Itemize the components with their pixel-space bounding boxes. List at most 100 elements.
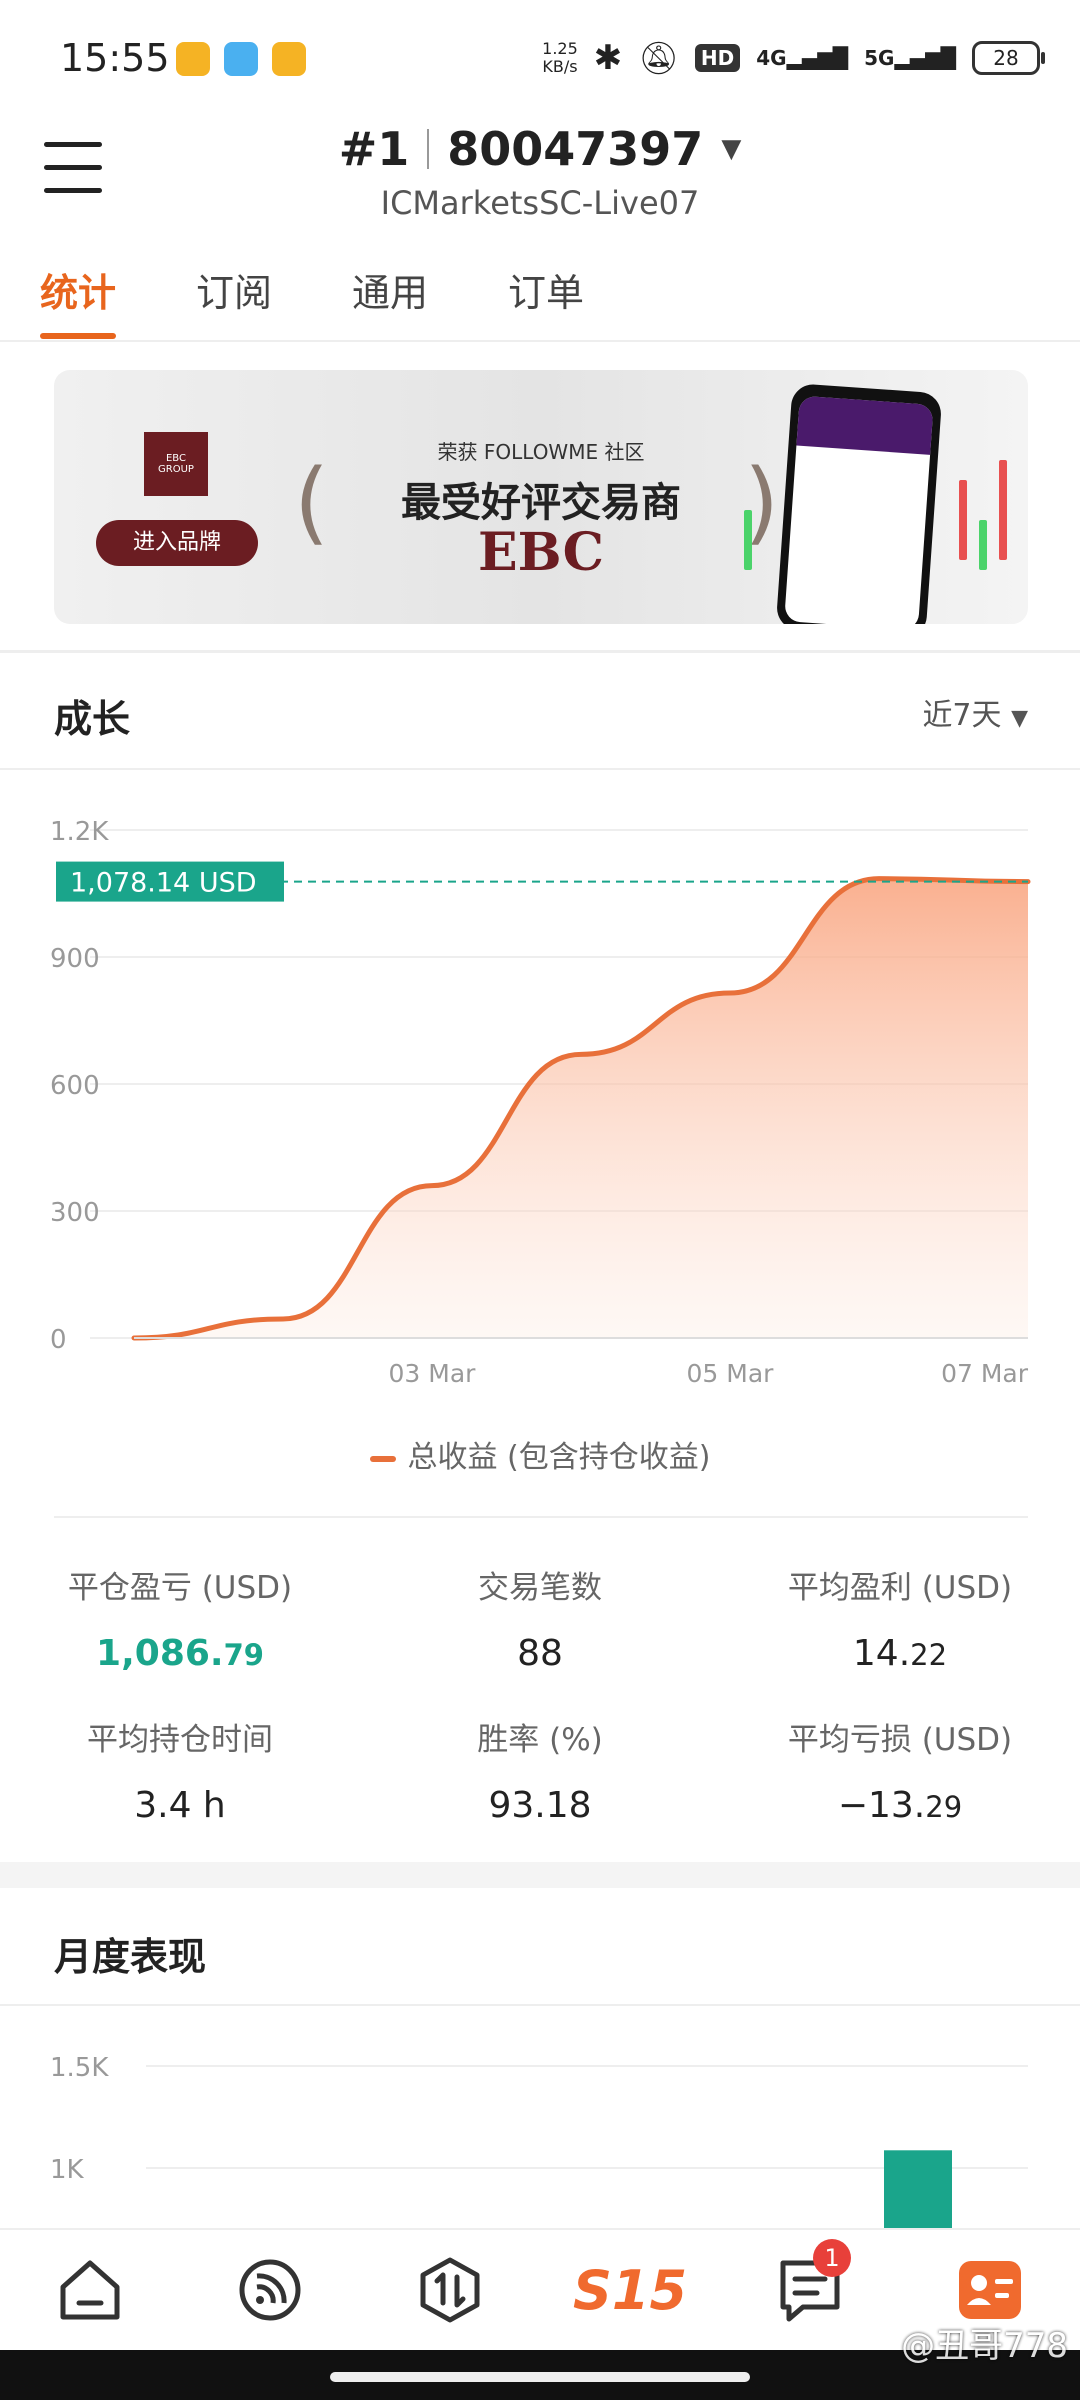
status-time: 15:55 [60, 36, 170, 80]
account-separator [427, 129, 430, 169]
stat-label: 平均亏损 (USD) [787, 1722, 1013, 1758]
range-selector[interactable]: 近7天 ▼ [922, 690, 1028, 734]
growth-divider [0, 768, 1080, 770]
stat-label: 平均持仓时间 [87, 1722, 273, 1758]
legend-swatch [369, 1455, 396, 1462]
nav-trade[interactable] [395, 2235, 505, 2345]
promo-banner[interactable]: EBC GROUP 进入品牌 荣获 FOLLOWME 社区 最受好评交易商 EBC… [54, 370, 1028, 624]
y-tick-label: 0 [50, 1325, 67, 1355]
stat-item: 平仓盈亏 (USD) 1,086.79 [0, 1562, 360, 1674]
banner-divider [0, 650, 1080, 653]
phone-mockup-image [775, 383, 943, 624]
y-tick-label: 600 [50, 1071, 100, 1101]
caret-down-icon[interactable]: ▼ [721, 134, 741, 164]
battery-icon: 28 [972, 41, 1045, 75]
stat-value: 3.4 h [0, 1785, 360, 1826]
tab-divider [0, 340, 1080, 342]
tab-subscribe[interactable]: 订阅 [196, 262, 272, 333]
app-notification-icon-2 [224, 42, 258, 76]
tab-orders[interactable]: 订单 [508, 262, 584, 333]
growth-title: 成长 [54, 697, 131, 741]
stat-value-decimals: 29 [925, 1790, 963, 1824]
legend-label: 总收益 (包含持仓收益) [407, 1440, 711, 1475]
status-right-cluster: 1.25 KB/s ✱ 🔕︎ HD 4G▂▄▆█ 5G▂▄▆█ 28 [542, 38, 1045, 78]
stat-label: 平均盈利 (USD) [787, 1570, 1013, 1606]
account-rank: #1 [338, 122, 410, 176]
nav-s15[interactable]: S15 [573, 2235, 687, 2345]
network-speed: 1.25 KB/s [542, 40, 578, 76]
network-5g: 5G▂▄▆█ [864, 46, 956, 70]
stat-item: 平均持仓时间 3.4 h [0, 1714, 360, 1826]
mute-bell-icon: 🔕︎ [638, 39, 679, 77]
network-4g: 4G▂▄▆█ [756, 46, 848, 70]
stat-value-decimals: 79 [223, 1638, 264, 1672]
candle-decor-2 [959, 480, 967, 560]
candle-decor-3 [979, 520, 987, 570]
feed-icon [239, 2259, 301, 2321]
tab-bar: 统计 订阅 通用 订单 [40, 262, 584, 339]
home-icon [60, 2260, 120, 2320]
stat-value-main: 3.4 h [134, 1785, 226, 1826]
caret-down-icon: ▼ [1011, 706, 1028, 731]
monthly-divider [0, 2004, 1080, 2006]
stat-value: 14.22 [720, 1633, 1080, 1674]
stat-label: 平仓盈亏 (USD) [67, 1570, 293, 1606]
candle-decor-4 [999, 460, 1007, 560]
growth-area [134, 878, 1028, 1338]
stat-item: 平均亏损 (USD) −13.29 [720, 1714, 1080, 1826]
speed-unit: KB/s [542, 57, 578, 76]
hd-badge: HD [694, 44, 741, 72]
watermark: @丑哥778 [901, 2326, 1068, 2366]
nav-messages[interactable]: 1 [755, 2235, 865, 2345]
network-5g-label: 5G [864, 46, 895, 70]
x-tick-label: 05 Mar [687, 1359, 775, 1388]
candle-decor-1 [744, 510, 752, 570]
monthly-chart: 1.5K 1K [50, 2053, 1028, 2228]
y-tick-label: 1.5K [50, 2053, 109, 2083]
reference-label: 1,078.14 USD [70, 868, 257, 899]
stat-item: 交易笔数 88 [360, 1562, 720, 1674]
stat-value-main: 93.18 [488, 1785, 592, 1826]
x-tick-label: 07 Mar [941, 1359, 1029, 1388]
y-tick-label: 1.2K [50, 817, 109, 847]
x-tick-label: 03 Mar [389, 1359, 477, 1388]
stat-value-main: 1,086. [96, 1633, 224, 1674]
stat-value: 88 [360, 1633, 720, 1674]
network-4g-label: 4G [756, 46, 787, 70]
bluetooth-icon: ✱ [593, 38, 623, 78]
nav-home[interactable] [35, 2235, 145, 2345]
monthly-bar [884, 2150, 952, 2228]
account-number: 80047397 [447, 122, 704, 176]
monthly-title: 月度表现 [54, 1935, 207, 1979]
stat-value-main: 88 [517, 1633, 563, 1674]
messages-badge: 1 [813, 2239, 851, 2277]
stat-value-main: −13. [837, 1785, 926, 1826]
section-separator [0, 1862, 1080, 1888]
stat-value-main: 14. [852, 1633, 911, 1674]
signal-icon-2: ▂▄▆█ [894, 46, 956, 70]
stat-label: 交易笔数 [478, 1570, 602, 1606]
growth-legend: 总收益 (包含持仓收益) [0, 1432, 1080, 1476]
tab-stats[interactable]: 统计 [40, 262, 117, 339]
profile-icon [959, 2261, 1021, 2319]
tab-general[interactable]: 通用 [352, 262, 428, 333]
account-header[interactable]: #1 80047397 ▼ ICMarketsSC-Live07 [0, 122, 1080, 222]
stat-value: 93.18 [360, 1785, 720, 1826]
y-tick-label: 900 [50, 944, 100, 974]
app-notification-icon-1 [176, 42, 210, 76]
mail-notification-icon [272, 42, 306, 76]
nav-feed[interactable] [215, 2235, 325, 2345]
growth-chart: 0 300 600 900 1.2K 1,078.14 USD 03 Mar 05 Mar 07… [50, 817, 1031, 1388]
speed-value: 1.25 [542, 39, 578, 58]
y-tick-label: 1K [50, 2155, 85, 2185]
stat-label: 胜率 (%) [477, 1722, 603, 1758]
server-name: ICMarketsSC-Live07 [380, 184, 700, 222]
gesture-handle[interactable] [330, 2372, 750, 2382]
range-label: 近7天 [922, 698, 1002, 733]
y-tick-label: 300 [50, 1198, 100, 1228]
stat-item: 胜率 (%) 93.18 [360, 1714, 720, 1826]
account-selector[interactable]: #1 80047397 ▼ [0, 122, 1080, 176]
stat-value-decimals: 22 [910, 1638, 948, 1672]
trade-icon [420, 2257, 480, 2323]
legend-divider [54, 1516, 1028, 1518]
